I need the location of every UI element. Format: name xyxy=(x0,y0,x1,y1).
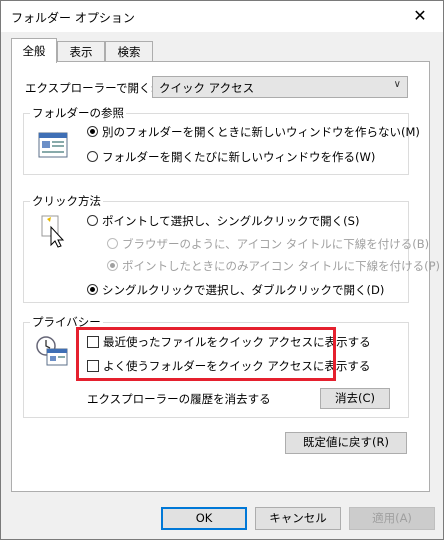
radio-single-click-label[interactable]: ポイントして選択し、シングルクリックで開く(S) xyxy=(102,213,359,229)
open-explorer-select[interactable]: クイック アクセス ∨ xyxy=(152,76,408,98)
window-title: フォルダー オプション xyxy=(11,11,135,25)
radio-underline-always-label: ブラウザーのように、アイコン タイトルに下線を付ける(B) xyxy=(122,237,430,251)
title-bar: フォルダー オプション ✕ xyxy=(1,1,443,32)
cancel-button[interactable]: キャンセル xyxy=(255,507,341,530)
cursor-click-icon xyxy=(41,215,65,248)
privacy-clock-icon xyxy=(36,336,68,366)
radio-same-window[interactable] xyxy=(87,126,98,137)
click-method-title: クリック方法 xyxy=(30,193,103,209)
radio-same-window-label[interactable]: 別のフォルダーを開くときに新しいウィンドウを作らない(M) xyxy=(102,124,420,140)
folder-options-window: フォルダー オプション ✕ 全般 表示 検索 エクスプローラーで開く: クイック… xyxy=(0,0,444,540)
folder-browse-group xyxy=(23,113,409,175)
open-explorer-label: エクスプローラーで開く: xyxy=(25,81,155,95)
restore-defaults-button[interactable]: 既定値に戻す(R) xyxy=(285,432,407,454)
radio-underline-hover xyxy=(107,260,118,271)
tab-search[interactable]: 検索 xyxy=(105,41,153,61)
window-browse-icon xyxy=(38,132,68,158)
radio-double-click[interactable] xyxy=(87,284,98,295)
radio-new-window-label[interactable]: フォルダーを開くたびに新しいウィンドウを作る(W) xyxy=(102,149,375,165)
radio-double-click-label[interactable]: シングルクリックで選択し、ダブルクリックで開く(D) xyxy=(102,282,384,298)
open-explorer-value: クイック アクセス xyxy=(159,81,255,95)
folder-browse-title: フォルダーの参照 xyxy=(30,105,126,121)
ok-button[interactable]: OK xyxy=(161,507,247,530)
radio-single-click[interactable] xyxy=(87,215,98,226)
radio-underline-hover-label: ポイントしたときにのみアイコン タイトルに下線を付ける(P) xyxy=(122,259,440,273)
chevron-down-icon: ∨ xyxy=(393,79,401,90)
annotation-highlight-box xyxy=(76,327,336,381)
close-icon[interactable]: ✕ xyxy=(397,1,443,32)
apply-button[interactable]: 適用(A) xyxy=(349,507,435,530)
tab-view[interactable]: 表示 xyxy=(57,41,105,61)
tab-general[interactable]: 全般 xyxy=(11,38,57,63)
clear-history-button[interactable]: 消去(C) xyxy=(320,388,390,409)
clear-history-label: エクスプローラーの履歴を消去する xyxy=(87,392,271,406)
radio-underline-always xyxy=(107,238,118,249)
radio-new-window[interactable] xyxy=(87,151,98,162)
